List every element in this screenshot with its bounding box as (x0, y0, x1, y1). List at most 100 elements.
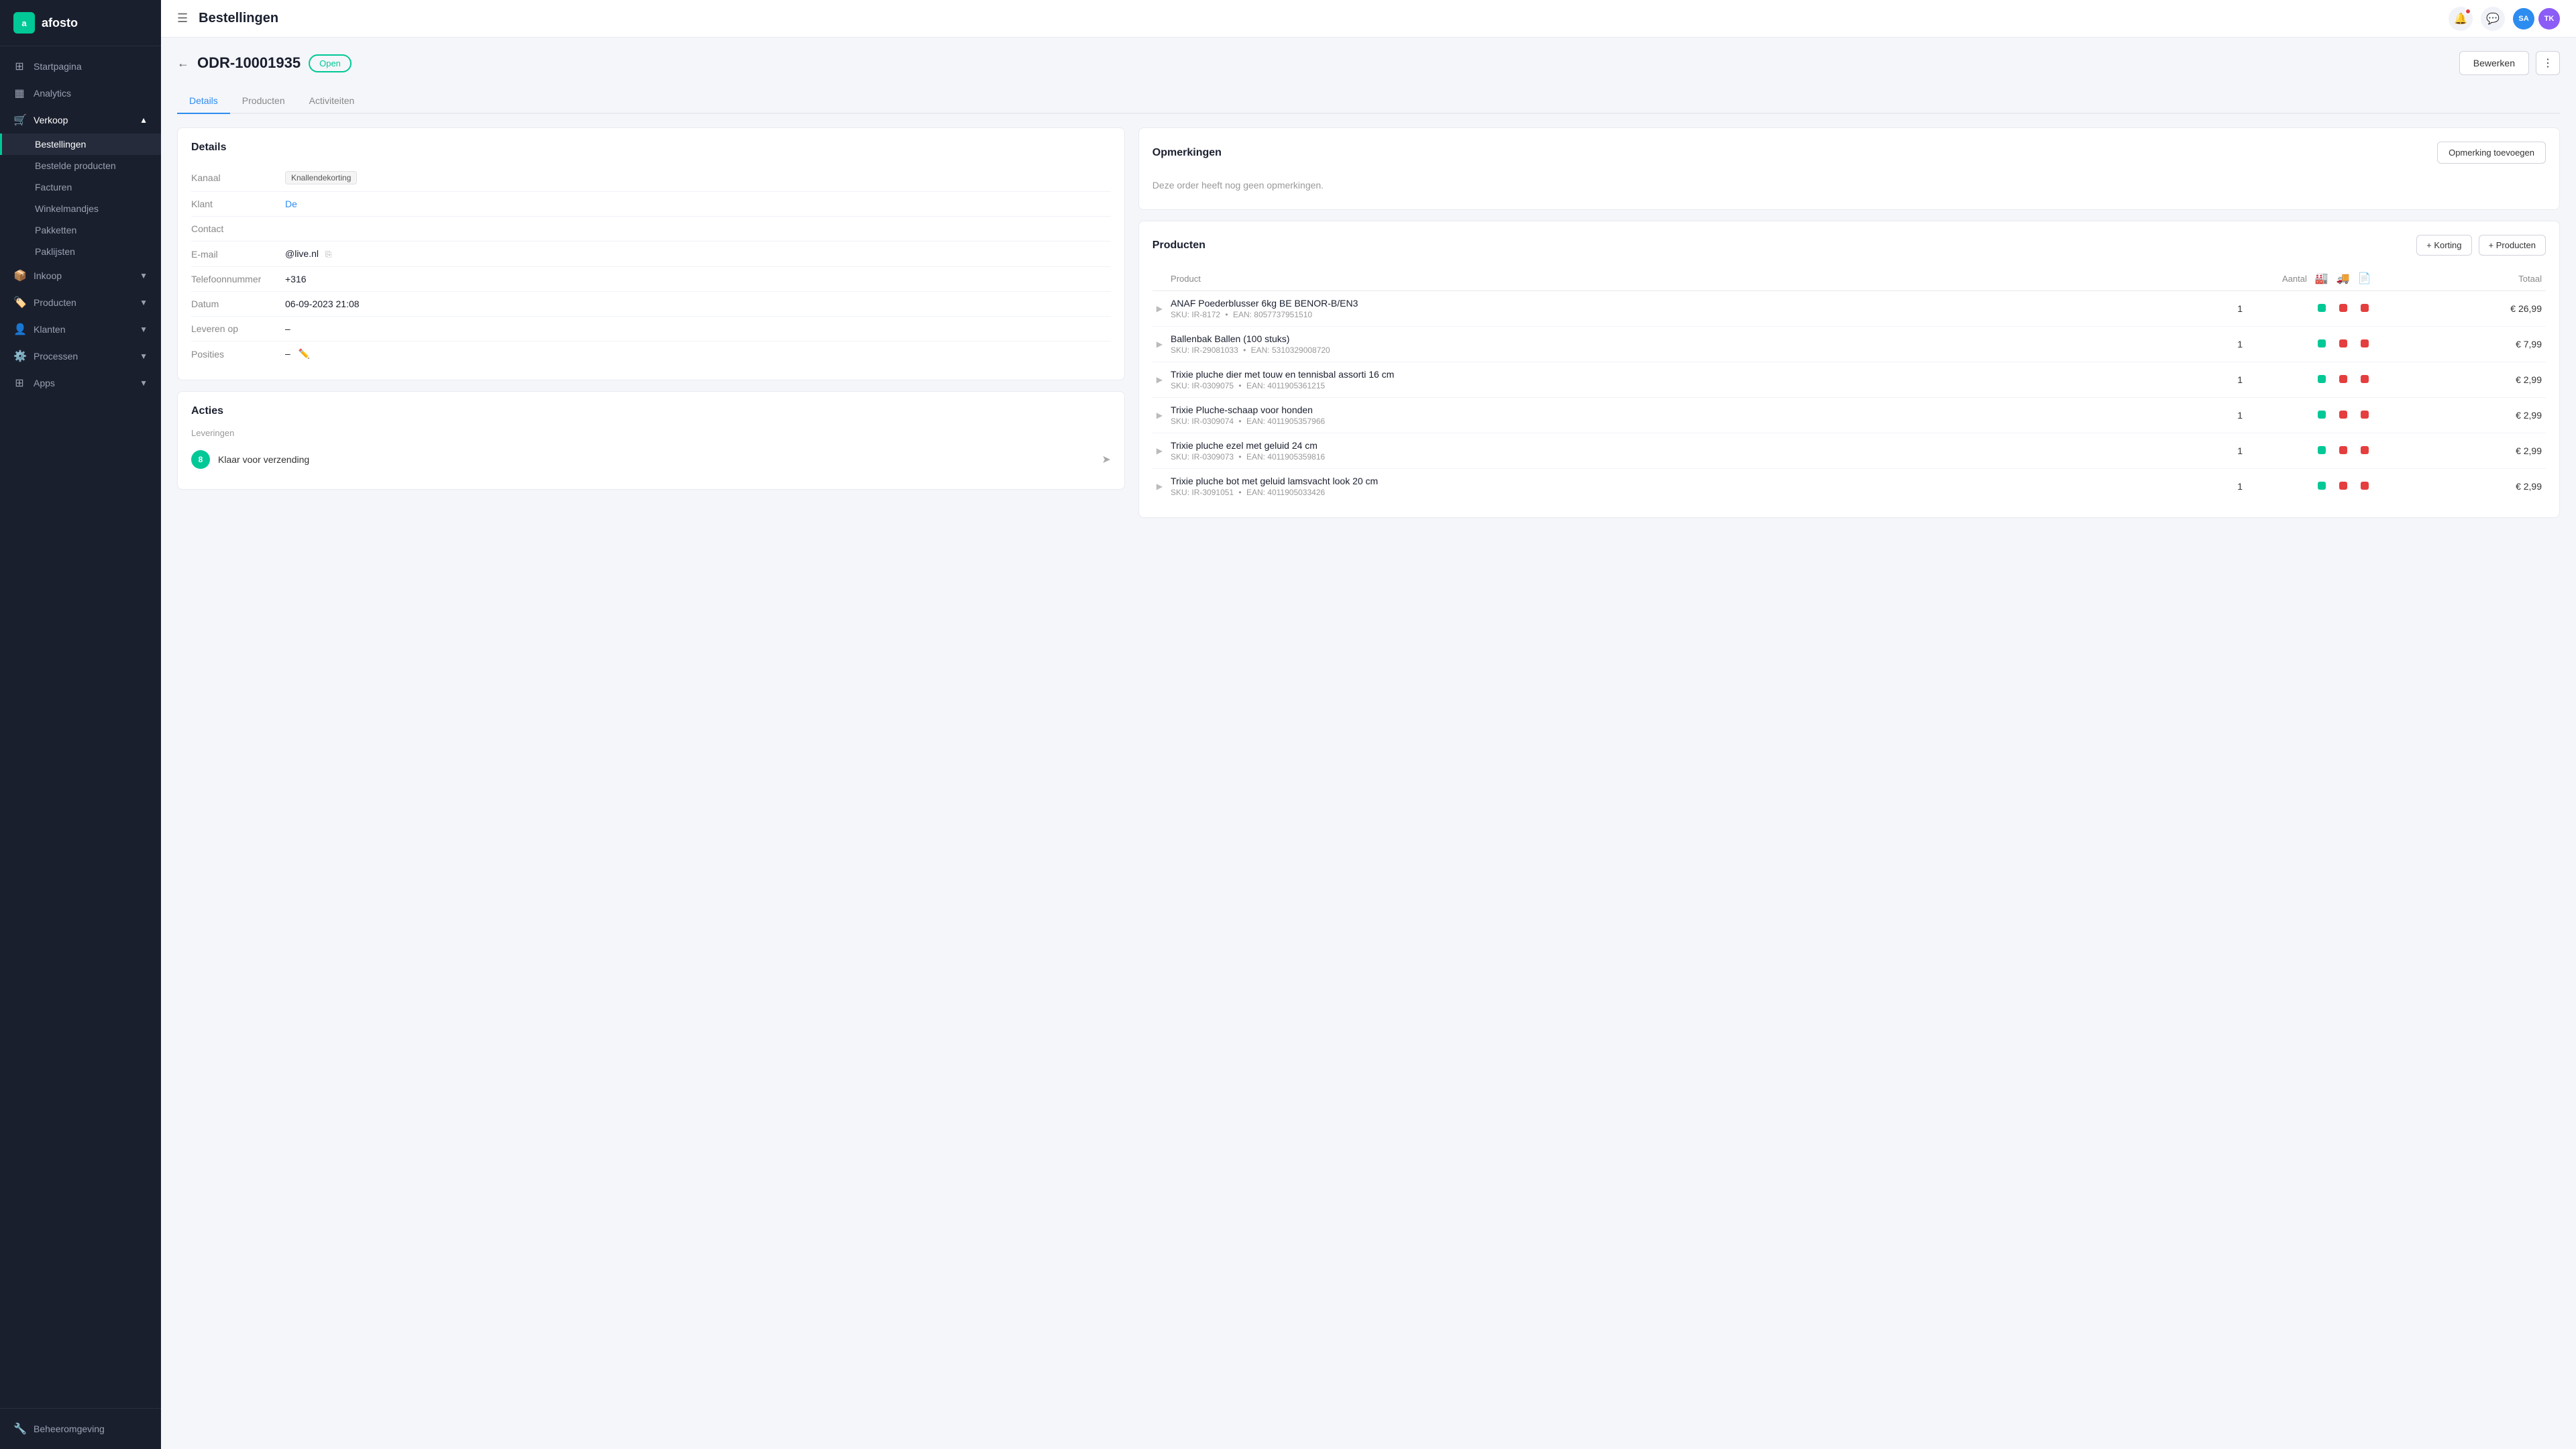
green-dot (2318, 446, 2326, 454)
expand-row-button[interactable]: ▶ (1157, 339, 1163, 349)
expand-row-button[interactable]: ▶ (1157, 375, 1163, 384)
product-total: € 26,99 (2375, 291, 2546, 327)
sidebar-item-bestellingen[interactable]: Bestellingen (0, 133, 161, 155)
home-icon: ⊞ (13, 60, 25, 73)
product-status-document (2354, 327, 2375, 362)
chevron-down-icon: ▼ (140, 271, 148, 280)
edit-button[interactable]: Bewerken (2459, 51, 2529, 75)
table-row: ▶ Trixie pluche bot met geluid lamsvacht… (1152, 469, 2546, 504)
details-row-datum: Datum 06-09-2023 21:08 (191, 292, 1111, 317)
sidebar-item-verkoop[interactable]: 🛒 Verkoop ▲ (0, 107, 161, 133)
chevron-down-icon: ▼ (140, 298, 148, 307)
expand-row-button[interactable]: ▶ (1157, 482, 1163, 491)
messages-button[interactable]: 💬 (2481, 7, 2505, 31)
more-options-button[interactable]: ⋮ (2536, 51, 2560, 75)
product-total: € 2,99 (2375, 398, 2546, 433)
product-qty: 1 (2169, 362, 2311, 398)
green-dot (2318, 339, 2326, 347)
details-row-leveren: Leveren op – (191, 317, 1111, 341)
product-status-delivery (2332, 469, 2354, 504)
korting-button[interactable]: + Korting (2416, 235, 2471, 256)
product-status-document (2354, 362, 2375, 398)
product-status-document (2354, 291, 2375, 327)
logo-area: a afosto (0, 0, 161, 46)
tab-producten[interactable]: Producten (230, 89, 297, 114)
sidebar: a afosto ⊞ Startpagina ▦ Analytics 🛒 Ver… (0, 0, 161, 1449)
expand-row-button[interactable]: ▶ (1157, 411, 1163, 420)
sidebar-item-winkelmandjes[interactable]: Winkelmandjes (0, 198, 161, 219)
product-meta: SKU: IR-0309074 • EAN: 4011905357966 (1171, 417, 2165, 426)
add-producten-button[interactable]: + Producten (2479, 235, 2546, 256)
red-dot (2339, 446, 2347, 454)
product-status-document (2354, 433, 2375, 469)
add-opmerking-button[interactable]: Opmerking toevoegen (2437, 142, 2546, 164)
email-label: E-mail (191, 249, 285, 260)
sidebar-item-processen[interactable]: ⚙️ Processen ▼ (0, 343, 161, 370)
datum-value: 06-09-2023 21:08 (285, 299, 360, 309)
telefoon-value: +316 (285, 274, 307, 284)
green-dot (2318, 482, 2326, 490)
sidebar-item-bestelde-producten[interactable]: Bestelde producten (0, 155, 161, 176)
sidebar-item-analytics[interactable]: ▦ Analytics (0, 80, 161, 107)
red-dot (2339, 339, 2347, 347)
sidebar-item-paklijsten[interactable]: Paklijsten (0, 241, 161, 262)
tab-details[interactable]: Details (177, 89, 230, 114)
document-icon: 📄 (2358, 273, 2371, 284)
producten-title: Producten (1152, 239, 2410, 252)
klant-value[interactable]: De (285, 199, 297, 209)
details-row-email: E-mail @live.nl ⎘ (191, 241, 1111, 267)
topbar-actions: 🔔 💬 SA TK (2449, 7, 2560, 31)
sidebar-item-apps[interactable]: ⊞ Apps ▼ (0, 370, 161, 396)
product-status-document (2354, 398, 2375, 433)
opmerkingen-header: Opmerkingen Opmerking toevoegen (1152, 142, 2546, 164)
processen-icon: ⚙️ (13, 350, 25, 363)
product-name: Trixie pluche dier met touw en tennisbal… (1171, 369, 2165, 380)
products-table: Product Aantal 🏭 🚚 📄 (1152, 266, 2546, 504)
product-qty: 1 (2169, 433, 2311, 469)
back-button[interactable]: ← (177, 56, 189, 70)
avatar-sa[interactable]: SA (2513, 8, 2534, 30)
sidebar-item-klanten[interactable]: 👤 Klanten ▼ (0, 316, 161, 343)
expand-row-button[interactable]: ▶ (1157, 304, 1163, 313)
tab-activiteiten[interactable]: Activiteiten (297, 89, 367, 114)
product-name: Ballenbak Ballen (100 stuks) (1171, 333, 2165, 344)
chevron-down-icon: ▼ (140, 378, 148, 388)
col-aantal: Aantal (2169, 266, 2311, 291)
klant-label: Klant (191, 199, 285, 209)
status-badge: Open (309, 54, 352, 72)
leveringen-title: Leveringen (191, 428, 285, 438)
product-name: ANAF Poederblusser 6kg BE BENOR-B/EN3 (1171, 298, 2165, 309)
send-icon[interactable]: ➤ (1102, 453, 1110, 466)
chevron-down-icon: ▼ (140, 352, 148, 361)
copy-icon[interactable]: ⎘ (325, 250, 332, 259)
product-qty: 1 (2169, 327, 2311, 362)
sidebar-item-beheeromgeving[interactable]: 🔧 Beheeromgeving (0, 1415, 161, 1442)
menu-icon[interactable]: ☰ (177, 11, 188, 25)
page-header-actions: Bewerken ⋮ (2459, 51, 2560, 75)
col-totaal: Totaal (2375, 266, 2546, 291)
sidebar-item-producten[interactable]: 🏷️ Producten ▼ (0, 289, 161, 316)
sidebar-item-pakketten[interactable]: Pakketten (0, 219, 161, 241)
producten-header: Producten + Korting + Producten (1152, 235, 2546, 256)
red-dot-2 (2361, 339, 2369, 347)
verkoop-icon: 🛒 (13, 113, 25, 127)
sidebar-sub-label: Paklijsten (35, 246, 75, 257)
product-status-delivery (2332, 398, 2354, 433)
expand-row-button[interactable]: ▶ (1157, 446, 1163, 455)
producten-card: Producten + Korting + Producten Product … (1138, 221, 2560, 518)
email-value: @live.nl ⎘ (285, 248, 332, 260)
table-row: ▶ Trixie pluche ezel met geluid 24 cm SK… (1152, 433, 2546, 469)
product-meta: SKU: IR-29081033 • EAN: 5310329008720 (1171, 345, 2165, 355)
kanaal-label: Kanaal (191, 172, 285, 183)
sidebar-item-facturen[interactable]: Facturen (0, 176, 161, 198)
edit-posities-icon[interactable]: ✏️ (299, 348, 310, 359)
posities-text: – (285, 348, 290, 359)
avatar-tk[interactable]: TK (2538, 8, 2560, 30)
notifications-button[interactable]: 🔔 (2449, 7, 2473, 31)
red-dot-2 (2361, 304, 2369, 312)
sidebar-item-startpagina[interactable]: ⊞ Startpagina (0, 53, 161, 80)
green-dot (2318, 304, 2326, 312)
sidebar-item-inkoop[interactable]: 📦 Inkoop ▼ (0, 262, 161, 289)
opmerkingen-title: Opmerkingen (1152, 147, 2437, 159)
opmerkingen-card: Opmerkingen Opmerking toevoegen Deze ord… (1138, 127, 2560, 210)
